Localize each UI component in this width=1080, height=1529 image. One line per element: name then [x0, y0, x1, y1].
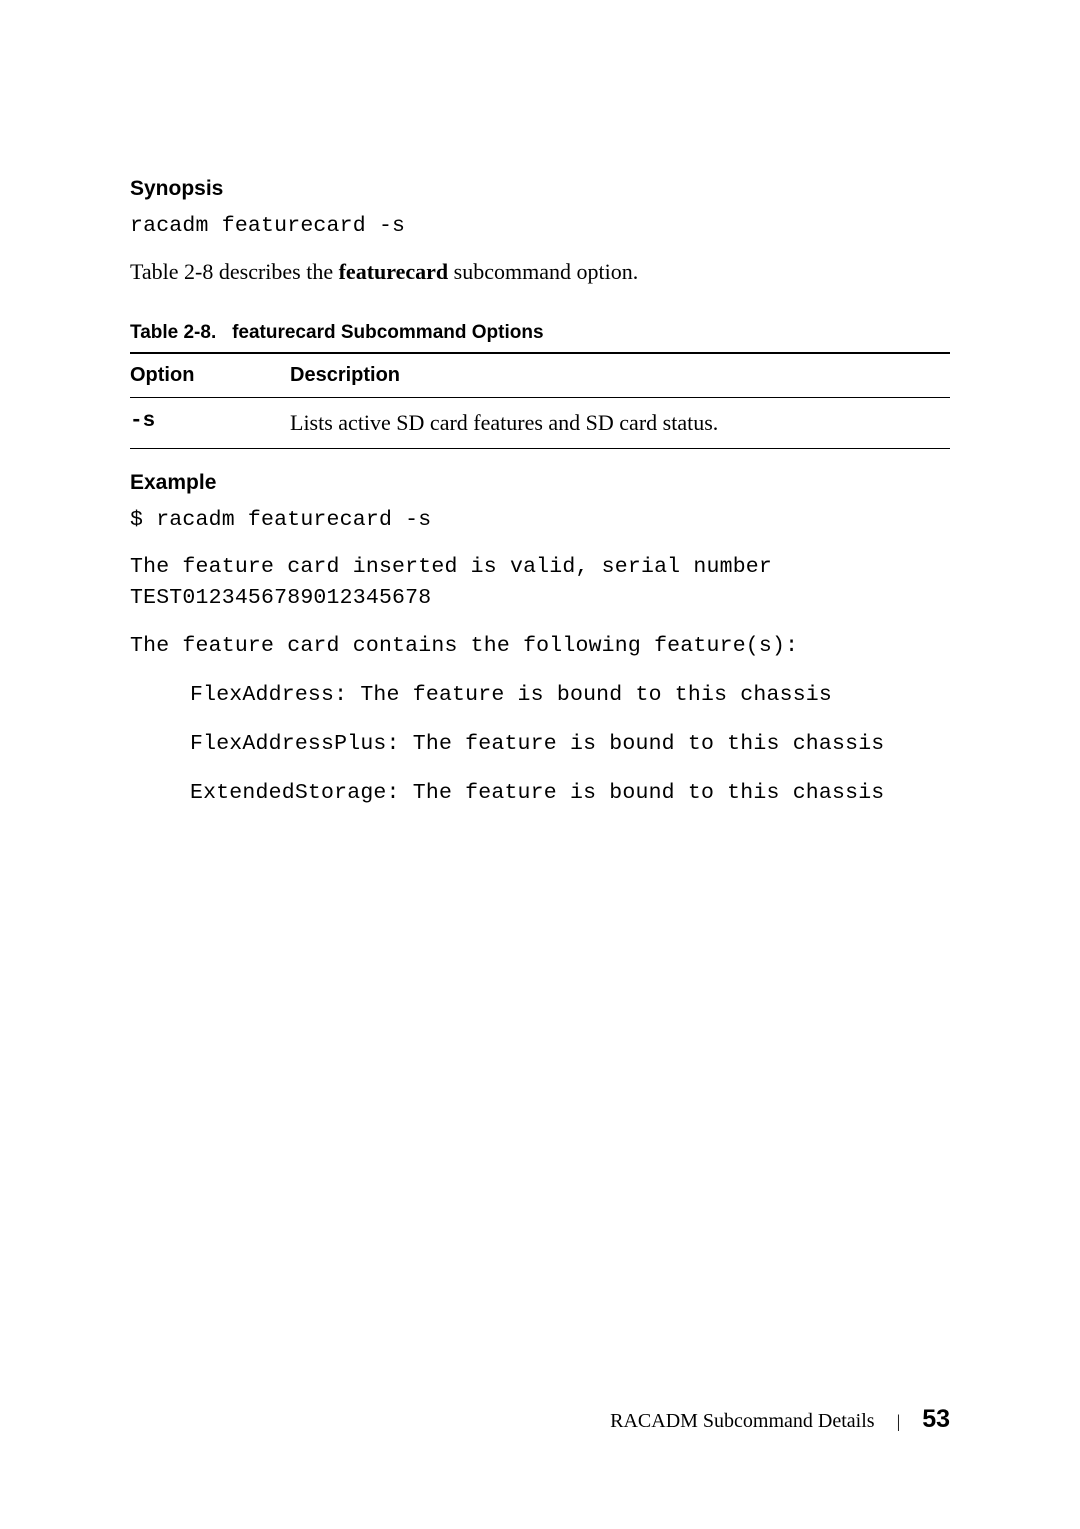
synopsis-heading: Synopsis — [130, 177, 950, 201]
synopsis-command: racadm featurecard -s — [130, 211, 950, 242]
table-row: -s Lists active SD card features and SD … — [130, 398, 950, 449]
th-option: Option — [130, 353, 290, 398]
example-feature: ExtendedStorage: The feature is bound to… — [130, 778, 950, 809]
table-caption: Table 2-8. featurecard Subcommand Option… — [130, 322, 950, 344]
footer-separator: | — [897, 1411, 901, 1432]
options-table: Option Description -s Lists active SD ca… — [130, 352, 950, 449]
intro-pre: Table 2-8 describes the — [130, 259, 339, 284]
example-heading: Example — [130, 471, 950, 495]
example-feature: FlexAddressPlus: The feature is bound to… — [130, 729, 950, 760]
table-caption-label: Table 2-8. — [130, 322, 216, 343]
page-footer: RACADM Subcommand Details | 53 — [610, 1405, 950, 1434]
cell-option: -s — [130, 398, 290, 449]
synopsis-intro: Table 2-8 describes the featurecard subc… — [130, 256, 950, 288]
intro-post: subcommand option. — [448, 259, 638, 284]
cell-description: Lists active SD card features and SD car… — [290, 398, 950, 449]
table-header-row: Option Description — [130, 353, 950, 398]
example-output-line-1: The feature card inserted is valid, seri… — [130, 552, 950, 614]
footer-page-number: 53 — [922, 1405, 950, 1434]
page-content: Synopsis racadm featurecard -s Table 2-8… — [0, 0, 1080, 809]
example-feature: FlexAddress: The feature is bound to thi… — [130, 680, 950, 711]
table-caption-title: featurecard Subcommand Options — [232, 322, 543, 343]
example-command: $ racadm featurecard -s — [130, 505, 950, 536]
footer-title: RACADM Subcommand Details — [610, 1410, 874, 1433]
intro-bold: featurecard — [339, 259, 449, 284]
th-description: Description — [290, 353, 950, 398]
example-output-line-2: The feature card contains the following … — [130, 631, 950, 662]
